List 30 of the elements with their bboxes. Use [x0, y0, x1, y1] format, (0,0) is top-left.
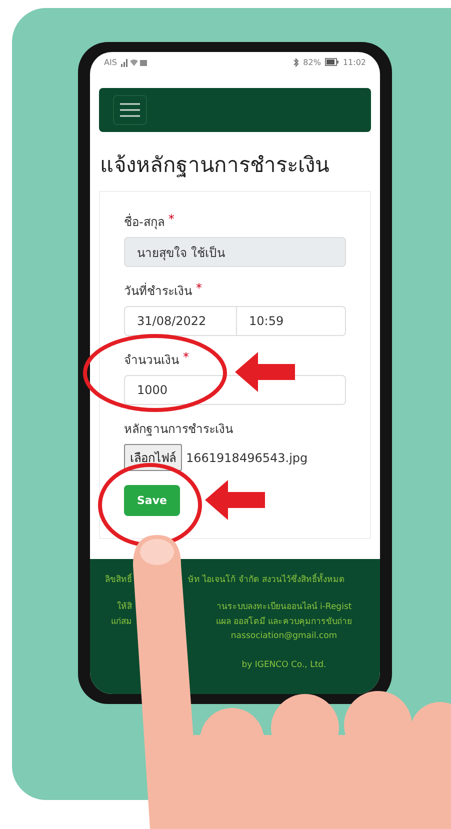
footer-text: แก่สม: [111, 616, 132, 628]
file-name: 1661918496543.jpg: [186, 450, 308, 464]
menu-icon: [120, 103, 140, 117]
carrier-label: AIS: [104, 58, 117, 66]
field-label: จำนวนเงิน: [124, 352, 179, 369]
footer-text: by IGENCO Co., Ltd.: [242, 660, 326, 670]
footer-text: ษัท ไอเจนโก้ จำกัด สงวนไว้ซึ่งสิทธิ์ทั้งหมด: [188, 572, 346, 586]
footer-text: nassociation@gmail.com: [230, 630, 338, 640]
arrow-icon: [235, 352, 295, 392]
time-field[interactable]: 10:59: [237, 306, 346, 336]
date-field[interactable]: 31/08/2022: [124, 306, 237, 336]
page-title: แจ้งหลักฐานการชำระเงิน: [100, 152, 330, 180]
arrow-icon: [205, 480, 265, 520]
bluetooth-icon: [293, 58, 300, 66]
field-label: ชื่อ-สกุล: [124, 212, 164, 231]
battery-percent: 82%: [303, 58, 321, 66]
required-mark: *: [168, 212, 174, 228]
footer-text: ลิขสิทธิ์: [105, 572, 132, 586]
required-mark: *: [196, 281, 202, 297]
footer-text: แผล ออสโตมี และควบคุมการขับถ่าย: [216, 615, 352, 628]
signal-wifi-mail-icon: [120, 58, 147, 66]
clock-time: 11:02: [342, 58, 366, 66]
battery-icon: [324, 58, 339, 66]
footer-text: านระบบลงทะเบียนออนไลน์ i-Regist: [216, 600, 352, 612]
field-label: วันที่ชำระเงิน: [124, 282, 192, 300]
required-mark: *: [183, 350, 189, 366]
input-field[interactable]: 1000: [124, 375, 346, 405]
field-label: หลักฐานการชำระเงิน: [124, 421, 233, 438]
footer-text: ให้สิ: [117, 600, 132, 612]
menu-button[interactable]: [113, 95, 147, 125]
